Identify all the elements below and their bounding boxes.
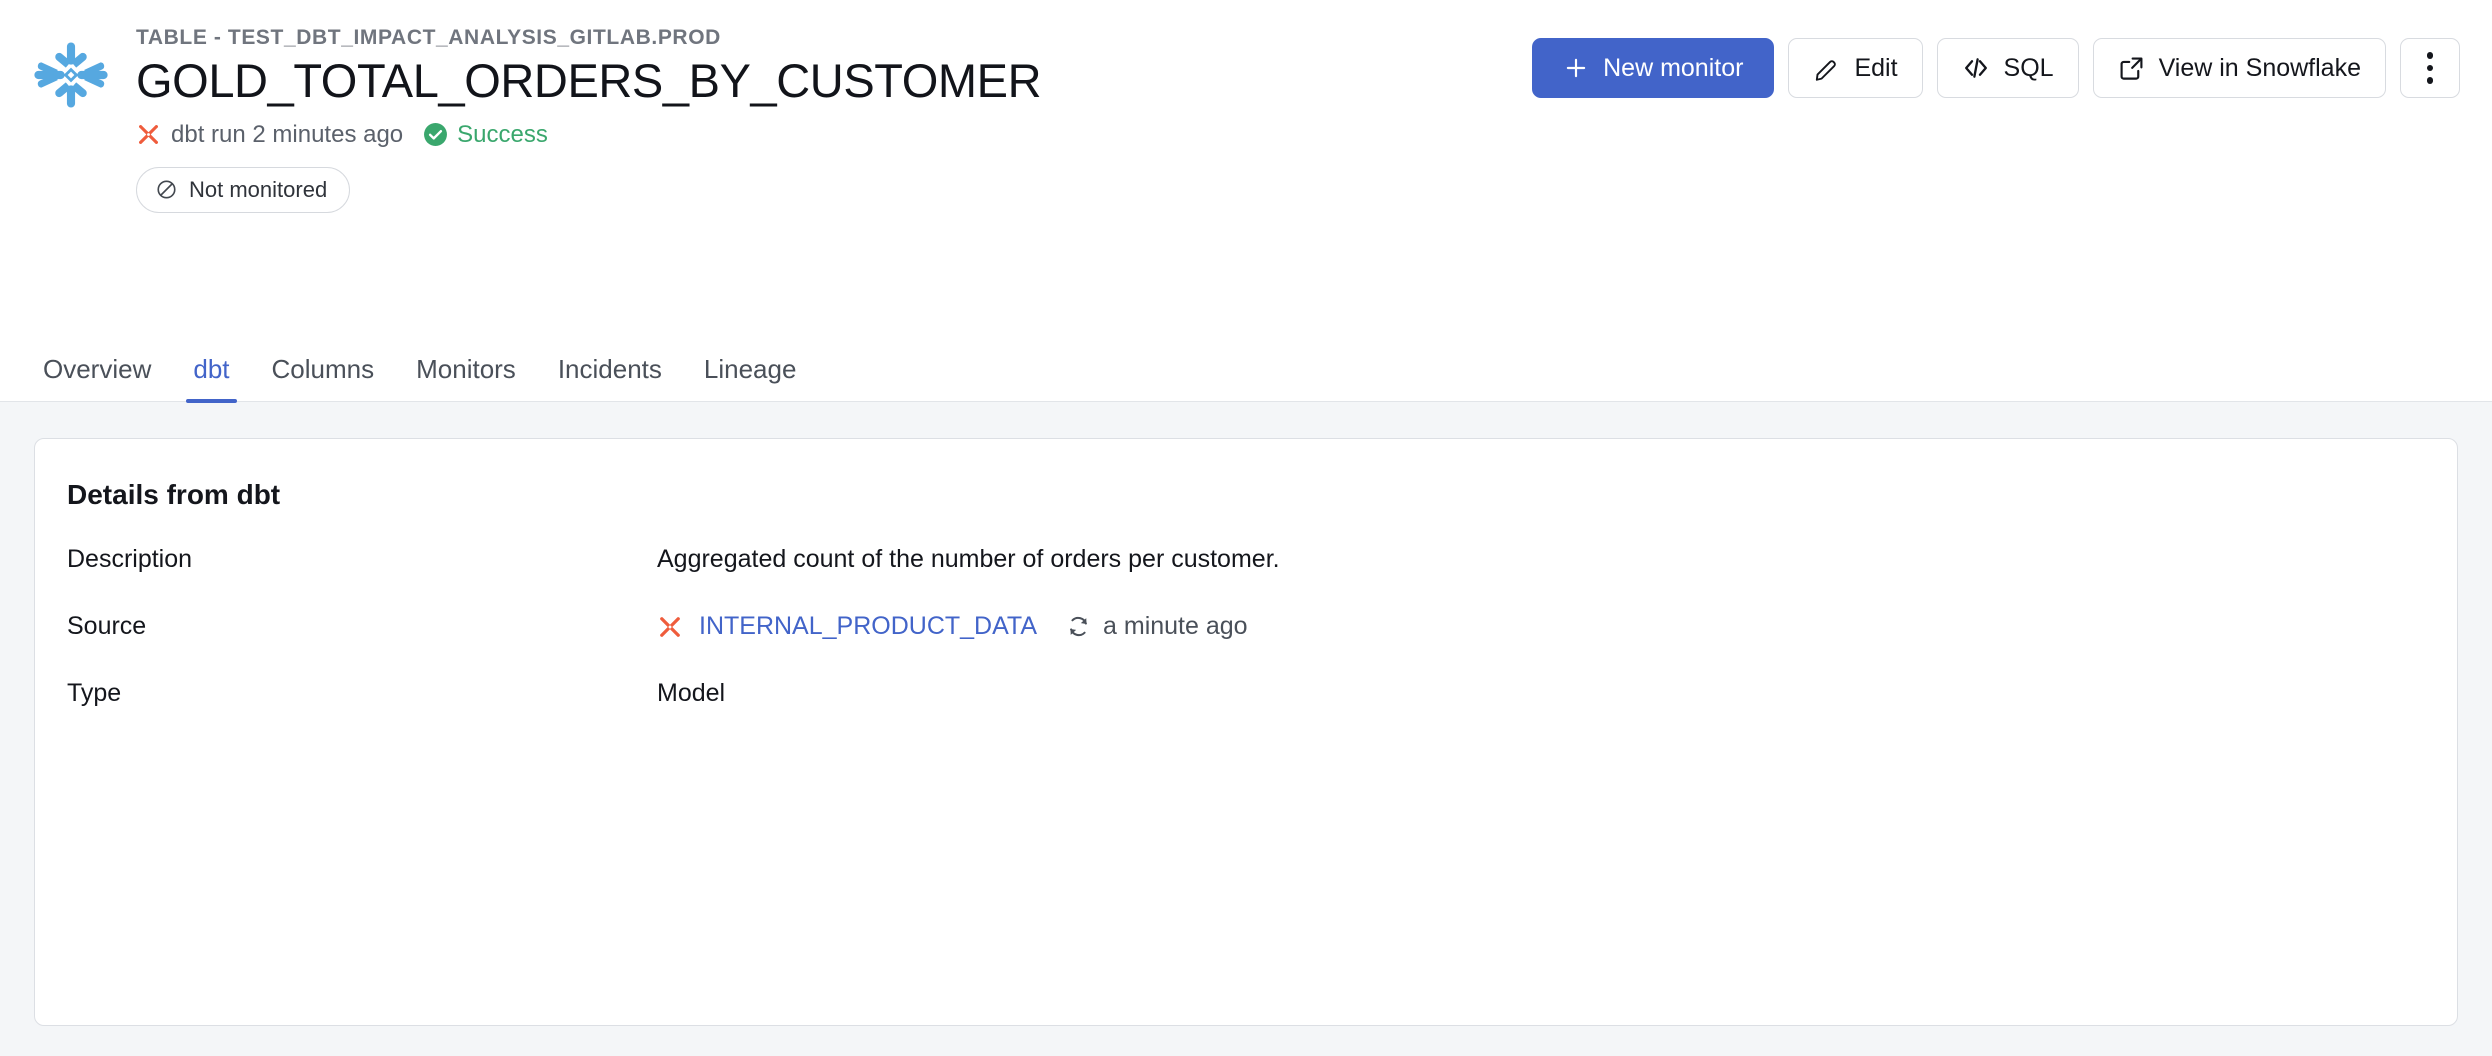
type-label: Type — [67, 679, 122, 707]
new-monitor-button[interactable]: New monitor — [1532, 38, 1775, 98]
tab-monitors[interactable]: Monitors — [395, 354, 537, 401]
external-link-icon — [2120, 57, 2143, 80]
description-value: Aggregated count of the number of orders… — [657, 545, 1280, 573]
tab-columns[interactable]: Columns — [251, 354, 396, 401]
status-badge: Success — [457, 120, 548, 148]
detail-row-description: Description Aggregated count of the numb… — [67, 545, 2425, 574]
dbt-icon — [660, 616, 680, 637]
header-actions: New monitor Edit SQL View in Snowflake — [1532, 38, 2460, 98]
tab-monitors-label: Monitors — [416, 354, 516, 384]
card-title: Details from dbt — [67, 479, 281, 510]
edit-button[interactable]: Edit — [1788, 38, 1923, 98]
detail-row-source: Source INTERNAL_PRODUCT_DATA a minute ag… — [67, 612, 2425, 641]
tab-incidents-label: Incidents — [557, 354, 662, 384]
content-area: Details from dbt Description Aggregated … — [0, 402, 2492, 1056]
page-header: TABLE - TEST_DBT_IMPACT_ANALYSIS_GITLAB.… — [0, 0, 2492, 340]
monitor-badge-row: Not monitored — [136, 166, 2458, 213]
detail-row-type: Type Model — [67, 679, 2425, 708]
dbt-run-text: dbt run 2 minutes ago — [171, 120, 404, 148]
refresh-icon — [1070, 616, 1087, 637]
tab-lineage[interactable]: Lineage — [683, 354, 818, 401]
check-circle-icon — [424, 123, 448, 147]
not-monitored-label: Not monitored — [189, 176, 328, 202]
sql-button[interactable]: SQL — [1936, 38, 2079, 98]
kebab-menu-icon — [2426, 52, 2434, 84]
source-label: Source — [67, 612, 147, 640]
code-icon — [1964, 58, 1987, 78]
plus-icon — [1566, 58, 1586, 78]
new-monitor-label: New monitor — [1603, 53, 1744, 82]
tab-dbt-label: dbt — [193, 354, 230, 384]
description-label: Description — [67, 545, 193, 573]
dbt-icon — [138, 125, 159, 145]
source-sync: a minute ago — [1065, 612, 1248, 641]
snowflake-icon — [34, 42, 108, 108]
pencil-icon — [1816, 59, 1837, 81]
edit-label: Edit — [1854, 53, 1898, 82]
tab-lineage-label: Lineage — [703, 354, 797, 384]
status-row: dbt run 2 minutes ago Success — [136, 121, 2458, 149]
source-link[interactable]: INTERNAL_PRODUCT_DATA — [699, 612, 1037, 641]
type-value: Model — [657, 679, 726, 707]
source-value: INTERNAL_PRODUCT_DATA a minute ago — [657, 612, 1248, 641]
more-options-button[interactable] — [2400, 38, 2460, 98]
page-root: TABLE - TEST_DBT_IMPACT_ANALYSIS_GITLAB.… — [0, 0, 2492, 1056]
view-in-snowflake-label: View in Snowflake — [2158, 53, 2361, 82]
no-monitor-icon — [157, 180, 176, 199]
tab-overview[interactable]: Overview — [34, 354, 172, 401]
view-in-snowflake-button[interactable]: View in Snowflake — [2092, 38, 2386, 98]
tab-overview-label: Overview — [43, 354, 152, 384]
not-monitored-badge[interactable]: Not monitored — [136, 166, 351, 213]
dbt-details-card: Details from dbt Description Aggregated … — [34, 438, 2458, 1026]
source-sync-text: a minute ago — [1103, 612, 1248, 640]
sql-label: SQL — [2003, 53, 2054, 82]
run-status: Success — [423, 121, 548, 149]
tab-columns-label: Columns — [271, 354, 375, 384]
tab-bar: Overview dbt Columns Monitors Incidents … — [0, 340, 2492, 403]
tab-incidents[interactable]: Incidents — [537, 354, 683, 401]
tab-dbt[interactable]: dbt — [172, 354, 250, 403]
